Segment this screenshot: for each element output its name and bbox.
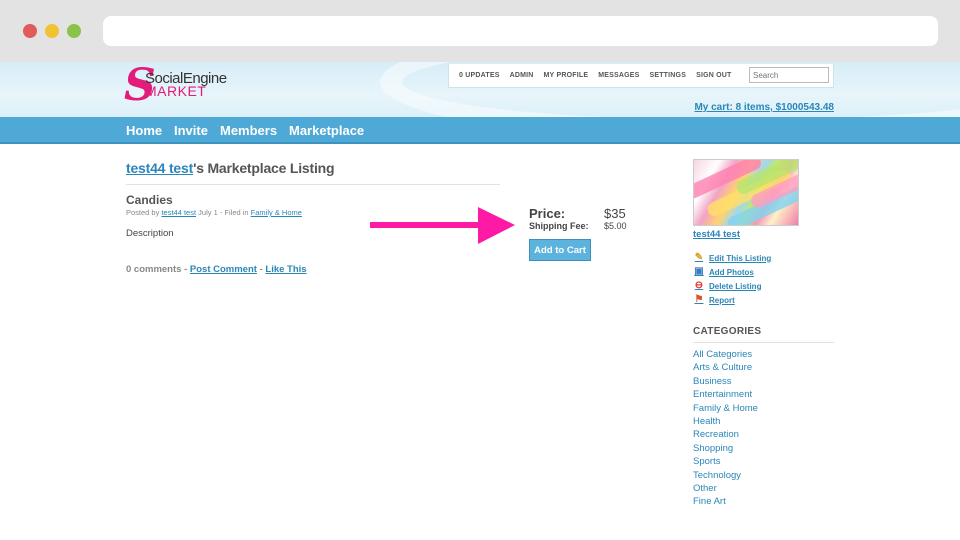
separator: - (181, 264, 190, 275)
category-link[interactable]: Arts & Culture (693, 361, 758, 374)
site-header: S SocialEngine MARKET 0 UPDATES ADMIN MY… (0, 62, 960, 117)
title-text: 's Marketplace Listing (193, 160, 335, 176)
minimize-window-icon[interactable] (45, 24, 59, 38)
photo-icon: ▣ (694, 266, 704, 277)
meta-prefix: Posted by (126, 208, 162, 217)
shipping-label: Shipping Fee: (529, 221, 589, 231)
comments-bar: 0 comments - Post Comment - Like This (126, 264, 307, 275)
meta-user-link[interactable]: test44 test (161, 208, 196, 217)
price-value: $35 (604, 206, 626, 221)
delete-listing-link[interactable]: ⊖ Delete Listing (693, 279, 771, 293)
price-label: Price: (529, 206, 566, 221)
listing-meta: Posted by test44 test July 1 - Filed in … (126, 208, 302, 217)
category-link[interactable]: Health (693, 415, 758, 428)
category-link[interactable]: Business (693, 375, 758, 388)
category-link[interactable]: Shopping (693, 442, 758, 455)
meta-category-link[interactable]: Family & Home (251, 208, 302, 217)
title-divider (126, 184, 500, 185)
browser-chrome (0, 0, 960, 62)
report-link[interactable]: ⚑ Report (693, 293, 771, 307)
menu-my-profile[interactable]: MY PROFILE (544, 72, 589, 79)
add-to-cart-button[interactable]: Add to Cart (529, 239, 591, 261)
category-link[interactable]: Fine Art (693, 495, 758, 508)
flag-icon: ⚑ (694, 294, 704, 305)
action-label: Edit This Listing (709, 253, 772, 263)
post-comment-link[interactable]: Post Comment (190, 264, 257, 275)
cart-summary-link[interactable]: My cart: 8 items, $1000543.48 (694, 102, 834, 113)
shipping-value: $5.00 (604, 221, 627, 231)
categories-list: All Categories Arts & Culture Business E… (693, 348, 758, 509)
nav-marketplace[interactable]: Marketplace (289, 123, 364, 138)
pointer-arrow-icon (370, 207, 515, 244)
like-this-link[interactable]: Like This (265, 264, 306, 275)
category-link[interactable]: Technology (693, 469, 758, 482)
category-link[interactable]: Entertainment (693, 388, 758, 401)
categories-heading: CATEGORIES (693, 326, 762, 337)
delete-icon: ⊖ (694, 280, 704, 291)
logo[interactable]: S SocialEngine MARKET (124, 64, 227, 108)
logo-text-bottom: MARKET (145, 83, 207, 99)
menu-updates[interactable]: 0 UPDATES (459, 72, 500, 79)
action-label: Add Photos (709, 267, 754, 277)
maximize-window-icon[interactable] (67, 24, 81, 38)
listing-photo[interactable] (693, 159, 799, 226)
category-link[interactable]: Sports (693, 455, 758, 468)
menu-sign-out[interactable]: SIGN OUT (696, 72, 731, 79)
categories-divider (693, 342, 834, 343)
nav-invite[interactable]: Invite (174, 123, 208, 138)
owner-link[interactable]: test44 test (693, 229, 740, 240)
nav-home[interactable]: Home (126, 123, 162, 138)
top-menu: 0 UPDATES ADMIN MY PROFILE MESSAGES SETT… (448, 64, 834, 88)
category-link[interactable]: All Categories (693, 348, 758, 361)
comments-count: 0 comments (126, 264, 182, 275)
category-link[interactable]: Family & Home (693, 402, 758, 415)
menu-messages[interactable]: MESSAGES (598, 72, 639, 79)
address-bar[interactable] (103, 16, 938, 46)
search-input[interactable] (749, 67, 829, 83)
action-label: Report (709, 295, 735, 305)
category-link[interactable]: Other (693, 482, 758, 495)
category-link[interactable]: Recreation (693, 428, 758, 441)
nav-members[interactable]: Members (220, 123, 277, 138)
listing-description: Description (126, 228, 174, 239)
title-user-link[interactable]: test44 test (126, 160, 193, 176)
edit-listing-link[interactable]: ✎ Edit This Listing (693, 251, 771, 265)
menu-admin[interactable]: ADMIN (510, 72, 534, 79)
close-window-icon[interactable] (23, 24, 37, 38)
action-label: Delete Listing (709, 281, 762, 291)
menu-settings[interactable]: SETTINGS (649, 72, 686, 79)
listing-actions: ✎ Edit This Listing ▣ Add Photos ⊖ Delet… (693, 251, 771, 307)
main-nav: Home Invite Members Marketplace (0, 117, 960, 144)
meta-date: July 1 - Filed in (196, 208, 251, 217)
listing-title: Candies (126, 193, 173, 207)
page-title: test44 test's Marketplace Listing (126, 160, 335, 176)
pencil-icon: ✎ (694, 252, 704, 263)
add-photos-link[interactable]: ▣ Add Photos (693, 265, 771, 279)
